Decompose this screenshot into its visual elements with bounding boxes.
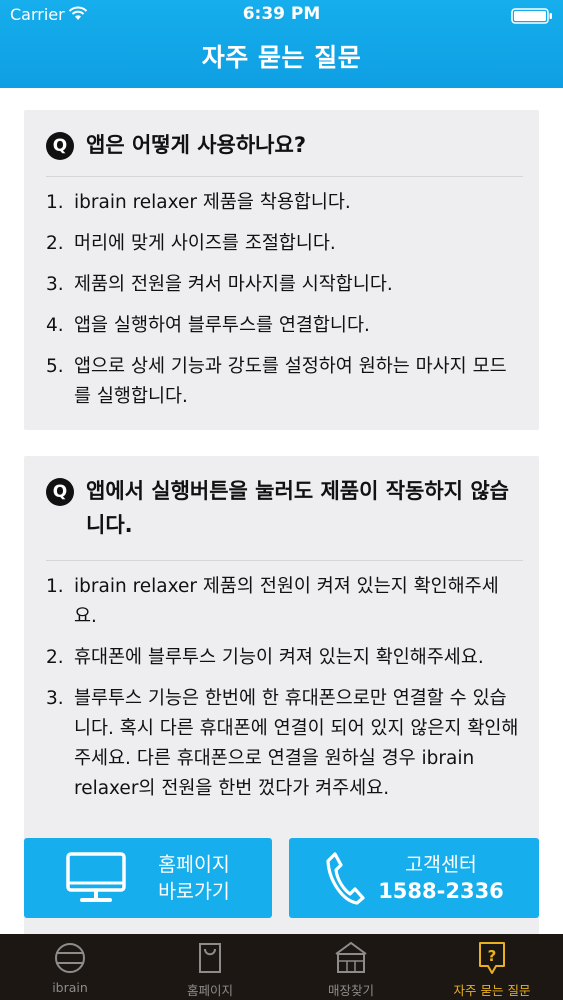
faq-card: Q 앱은 어떻게 사용하나요? 1. ibrain relaxer 제품을 착용합… <box>24 110 539 430</box>
faq-question: Q 앱에서 실행버튼을 눌러도 제품이 작동하지 않습니다. <box>46 474 523 542</box>
item-text: 앱을 실행하여 블루투스를 연결합니다. <box>74 315 370 336</box>
item-number: 3. <box>46 688 64 709</box>
answer-list: 1. ibrain relaxer 제품의 전원이 켜져 있는지 확인해주세요. … <box>46 572 521 815</box>
tab-label: 매장찾기 <box>327 983 374 998</box>
homepage-button[interactable]: 홈페이지 바로가기 <box>24 838 272 918</box>
tab-ibrain[interactable]: ibrain <box>0 934 140 1000</box>
homepage-label-line1: 홈페이지 <box>158 853 230 876</box>
divider <box>46 176 523 177</box>
faq-question: Q 앱은 어떻게 사용하나요? <box>46 128 523 162</box>
item-number: 1. <box>46 576 64 597</box>
item-text: ibrain relaxer 제품을 착용합니다. <box>74 192 351 213</box>
question-icon: ? <box>479 942 505 974</box>
list-item: 3. 제품의 전원을 켜서 마사지를 시작합니다. <box>46 270 521 300</box>
faq-scroll-area[interactable]: Q 앱은 어떻게 사용하나요? 1. ibrain relaxer 제품을 착용합… <box>0 88 563 934</box>
support-label-line1: 고객센터 <box>405 853 477 876</box>
item-text: 제품의 전원을 켜서 마사지를 시작합니다. <box>74 274 393 295</box>
answer-list: 1. ibrain relaxer 제품을 착용합니다. 2. 머리에 맞게 사이즈… <box>46 188 521 423</box>
item-number: 2. <box>46 233 64 254</box>
support-button-label: 고객센터 1588-2336 <box>371 851 511 905</box>
header: Carrier 6:39 PM 자주 묻는 질문 <box>0 0 563 88</box>
item-text: 휴대폰에 블루투스 기능이 켜져 있는지 확인해주세요. <box>74 647 484 668</box>
q-badge-icon: Q <box>46 478 74 506</box>
item-text: 앱으로 상세 기능과 강도를 설정하여 원하는 마사지 모드를 실행합니다. <box>74 356 507 407</box>
bag-icon <box>199 943 221 973</box>
page-title: 자주 묻는 질문 <box>201 43 362 72</box>
tab-homepage[interactable]: 홈페이지 <box>140 934 280 1000</box>
homepage-label-line2: 바로가기 <box>158 880 230 903</box>
list-item: 5. 앱으로 상세 기능과 강도를 설정하여 원하는 마사지 모드를 실행합니다. <box>46 352 521 412</box>
item-number: 2. <box>46 647 64 668</box>
tab-label: 홈페이지 <box>186 983 233 998</box>
support-call-button[interactable]: 고객센터 1588-2336 <box>289 838 539 918</box>
list-item: 2. 휴대폰에 블루투스 기능이 켜져 있는지 확인해주세요. <box>46 643 521 673</box>
list-item: 1. ibrain relaxer 제품의 전원이 켜져 있는지 확인해주세요. <box>46 572 521 632</box>
monitor-icon <box>66 852 126 902</box>
item-number: 5. <box>46 356 64 377</box>
list-item: 2. 머리에 맞게 사이즈를 조절합니다. <box>46 229 521 259</box>
question-text: 앱에서 실행버튼을 눌러도 제품이 작동하지 않습니다. <box>86 479 509 537</box>
list-item: 4. 앱을 실행하여 블루투스를 연결합니다. <box>46 311 521 341</box>
list-item: 1. ibrain relaxer 제품을 착용합니다. <box>46 188 521 218</box>
svg-text:?: ? <box>488 947 497 965</box>
support-phone-number: 1588-2336 <box>378 879 504 903</box>
item-text: 블루투스 기능은 한번에 한 휴대폰으로만 연결할 수 있습니다. 혹시 다른 … <box>74 688 519 799</box>
item-number: 1. <box>46 192 64 213</box>
question-text: 앱은 어떻게 사용하나요? <box>86 133 307 157</box>
status-bar: Carrier 6:39 PM <box>0 0 563 30</box>
q-badge-icon: Q <box>46 132 74 160</box>
battery-icon <box>511 8 552 24</box>
tab-bar: ibrain 홈페이지 매장찾기 ? 자주 묻는 질문 <box>0 934 563 1000</box>
tab-faq[interactable]: ? 자주 묻는 질문 <box>422 934 562 1000</box>
tab-label: 자주 묻는 질문 <box>453 983 531 998</box>
item-text: ibrain relaxer 제품의 전원이 켜져 있는지 확인해주세요. <box>74 576 499 627</box>
tab-store-finder[interactable]: 매장찾기 <box>281 934 421 1000</box>
item-text: 머리에 맞게 사이즈를 조절합니다. <box>74 233 336 254</box>
divider <box>46 560 523 561</box>
status-time: 6:39 PM <box>242 4 321 24</box>
ibrain-icon <box>55 943 85 973</box>
store-icon <box>335 941 367 973</box>
homepage-button-label: 홈페이지 바로가기 <box>144 851 244 905</box>
phone-icon <box>326 852 365 905</box>
list-item: 3. 블루투스 기능은 한번에 한 휴대폰으로만 연결할 수 있습니다. 혹시 다… <box>46 684 521 804</box>
item-number: 3. <box>46 274 64 295</box>
item-number: 4. <box>46 315 64 336</box>
tab-label: ibrain <box>52 980 88 995</box>
